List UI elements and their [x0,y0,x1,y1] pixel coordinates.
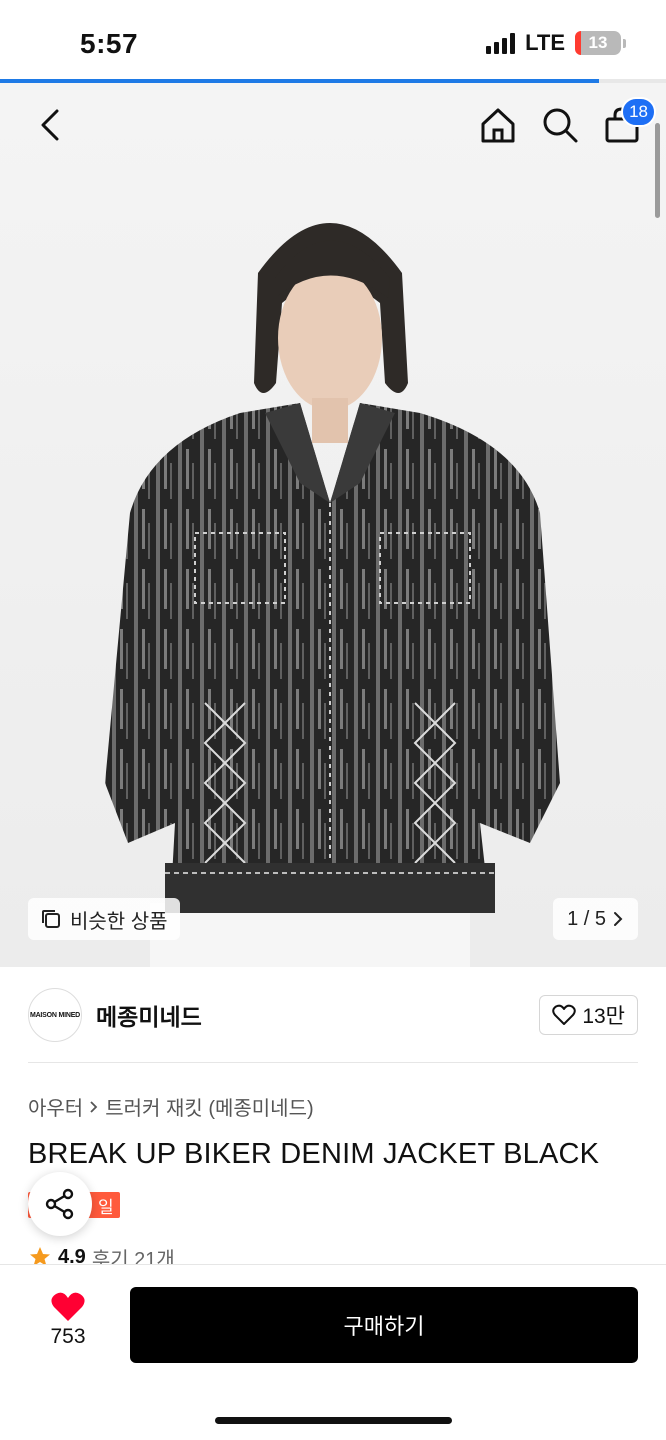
product-photo [105,223,560,967]
chevron-right-icon [90,1100,98,1113]
battery-icon: 13 [575,31,621,55]
back-button[interactable] [30,105,70,145]
home-indicator [215,1417,452,1424]
brand-logo[interactable]: MAISON MINED [28,988,82,1042]
brand-row: MAISON MINED 메종미네드 13만 [28,987,638,1043]
divider [28,1062,638,1063]
battery-tip [623,38,626,48]
breadcrumb-subcategory[interactable]: 트러커 재킷 (메종미네드) [105,1092,313,1121]
buy-button[interactable]: 구매하기 [130,1287,638,1363]
brand-like-count: 13만 [582,1005,625,1028]
heart-filled-icon [51,1292,85,1321]
gallery-page-indicator[interactable]: 1 / 5 [553,898,638,940]
gallery-page-text: 1 / 5 [567,907,606,930]
wishlist-count: 753 [50,1325,86,1348]
status-indicators: LTE 13 [486,30,626,56]
battery-level [575,31,581,55]
home-icon [481,108,515,143]
brand-logo-text: MAISON MINED [29,1011,81,1019]
breadcrumb: 아우터 트러커 재킷 (메종미네드) [28,1092,314,1121]
share-icon [45,1188,74,1220]
cart-button[interactable]: 18 [600,97,656,147]
signal-icon [486,32,516,54]
home-button[interactable] [476,103,520,147]
status-bar: 5:57 LTE 13 [0,0,666,80]
breadcrumb-category[interactable]: 아우터 [28,1092,83,1121]
search-icon [543,108,578,143]
brand-name[interactable]: 메종미네드 [96,998,202,1032]
chevron-right-icon [614,912,623,926]
search-button[interactable] [538,103,582,147]
chevron-left-icon [41,109,59,141]
battery-percent: 13 [588,33,608,52]
sale-badge-text: 일 [98,1197,114,1217]
network-label: LTE [525,30,565,55]
wishlist-button[interactable]: 753 [30,1291,106,1349]
scrollbar[interactable] [655,123,660,218]
status-time: 5:57 [80,28,139,59]
copy-stack-icon [42,910,60,928]
heart-outline-icon [552,1004,577,1025]
brand-like-button[interactable]: 13만 [539,995,638,1035]
similar-products-button[interactable]: 비슷한 상품 [28,898,180,940]
similar-products-label: 비슷한 상품 [70,910,168,933]
bottom-action-bar: 753 구매하기 [0,1264,666,1440]
top-nav-actions: 18 [476,97,656,147]
product-title: BREAK UP BIKER DENIM JACKET BLACK [28,1138,600,1170]
product-gallery[interactable]: 18 비슷한 상품 1 / 5 [0,83,666,967]
share-button[interactable] [28,1172,92,1236]
cart-count-badge: 18 [621,97,656,127]
